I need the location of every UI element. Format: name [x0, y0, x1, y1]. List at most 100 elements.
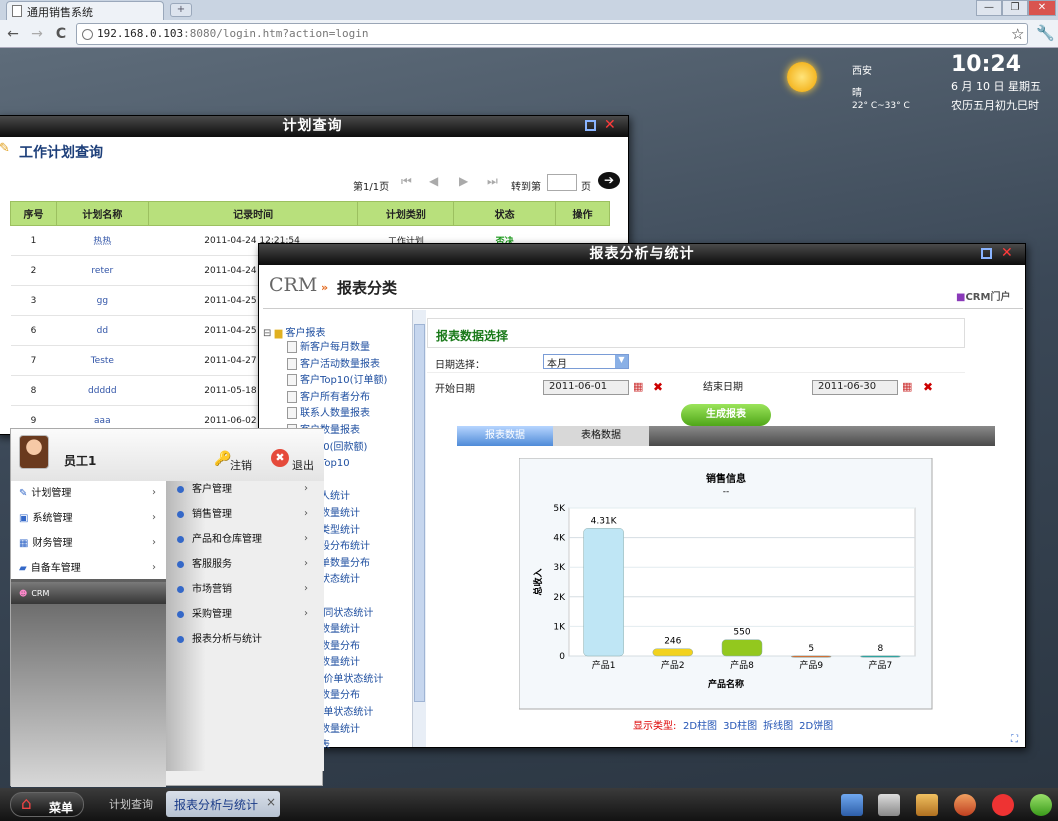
plan-name-link[interactable]: Teste	[56, 345, 149, 376]
page-unit: 页	[581, 182, 591, 193]
tree-item[interactable]: 联系人数量报表	[287, 406, 412, 423]
crm-portal-link[interactable]: ■CRM门户	[956, 288, 1010, 303]
calendar-icon[interactable]: ▦	[902, 380, 912, 393]
maximize-icon[interactable]	[585, 120, 596, 131]
back-icon[interactable]: ←	[4, 25, 22, 43]
goto-page-input[interactable]	[547, 174, 577, 191]
close-icon[interactable]: ✕	[1001, 246, 1013, 260]
task-plan-query[interactable]: 计划查询	[104, 795, 158, 815]
submenu-item[interactable]: 产品和仓库管理	[177, 531, 262, 549]
forward-icon[interactable]: →	[28, 25, 46, 43]
submenu-item-label: 销售管理	[192, 509, 232, 520]
column-header: 记录时间	[147, 201, 359, 226]
first-page-icon[interactable]: ⏮	[401, 174, 412, 189]
home-icon: ⌂	[21, 794, 32, 814]
address-bar[interactable]: 192.168.0.103:8080/login.htm?action=logi…	[76, 23, 1028, 45]
display-type-option[interactable]: 拆线图	[763, 721, 793, 732]
new-tab-button[interactable]: +	[170, 3, 192, 17]
browser-tab[interactable]: 通用销售系统	[6, 1, 164, 20]
task-report[interactable]: 报表分析与统计 ×	[166, 791, 280, 817]
submenu-item[interactable]: 市场营销	[177, 581, 232, 599]
plan-name-link[interactable]: dd	[56, 315, 149, 346]
generate-report-button[interactable]: 生成报表	[681, 404, 771, 426]
minimize-button[interactable]: —	[976, 0, 1002, 16]
submenu-item[interactable]: 销售管理	[177, 506, 232, 524]
submenu-item[interactable]: 采购管理	[177, 606, 232, 624]
display-type-option[interactable]: 2D饼图	[799, 721, 833, 732]
tab-table-data[interactable]: 表格数据	[553, 426, 649, 446]
user-card-icon[interactable]	[916, 794, 938, 816]
wrench-icon[interactable]: 🔧	[1036, 24, 1055, 42]
tab-chart-data[interactable]: 报表数据	[457, 426, 553, 446]
left-menu-lower	[11, 579, 166, 787]
tree-item[interactable]: 客户所有者分布	[287, 390, 412, 407]
clear-icon[interactable]: ✖	[653, 380, 663, 394]
last-page-icon[interactable]: ⏭	[487, 174, 498, 189]
plan-heading: 工作计划查询	[19, 145, 103, 161]
menu-item[interactable]: ✎ 计划管理	[19, 485, 164, 503]
menu-item-label: 系统管理	[32, 513, 73, 524]
submenu-item[interactable]: 报表分析与统计	[177, 631, 262, 649]
row-no: 1	[10, 225, 57, 256]
submenu-item[interactable]: 客户管理	[177, 481, 232, 499]
tree-scrollbar[interactable]	[412, 310, 426, 747]
tree-item[interactable]: 客户Top10(订单额)	[287, 373, 412, 390]
close-icon[interactable]: ✕	[604, 118, 616, 132]
exit-icon[interactable]: ✖	[271, 449, 289, 467]
menu-item[interactable]: ▰ 自备车管理	[19, 560, 164, 578]
tree-item[interactable]: 新客户每月数量	[287, 340, 412, 357]
submenu-item-label: 市场营销	[192, 584, 232, 595]
bullet-icon	[177, 610, 184, 618]
clock-time: 10:24	[951, 52, 1022, 77]
start-date-input[interactable]: 2011-06-01	[543, 380, 629, 395]
menu-item[interactable]: ▦ 财务管理	[19, 535, 164, 553]
chart-title: 销售信息	[706, 472, 746, 485]
next-page-icon[interactable]: ▶	[459, 174, 468, 188]
plan-name-link[interactable]: 热热	[56, 225, 149, 256]
page-icon	[287, 407, 297, 420]
bookmark-star-icon[interactable]: ☆	[1011, 25, 1024, 43]
bar-value-label: 246	[664, 637, 681, 647]
menu-item[interactable]: ▣ 系统管理	[19, 510, 164, 528]
plan-name-link[interactable]: reter	[56, 255, 149, 286]
menu-item-label: 自备车管理	[30, 563, 81, 574]
chevron-down-icon: ▼	[615, 355, 628, 368]
tree-item[interactable]: 客户活动数量报表	[287, 357, 412, 374]
go-arrow-icon[interactable]: ➔	[598, 172, 620, 189]
url-rest: :8080/login.htm?action=login	[183, 27, 369, 40]
calendar-icon[interactable]: ▦	[633, 380, 643, 393]
maximize-icon[interactable]	[981, 248, 992, 259]
monitor-icon[interactable]	[878, 794, 900, 816]
picture-icon[interactable]	[841, 794, 863, 816]
report-window-title: 报表分析与统计	[259, 244, 1025, 265]
end-date-input[interactable]: 2011-06-30	[812, 380, 898, 395]
tree-root[interactable]: ⊟ ▆ 客户报表	[263, 324, 325, 339]
exit-button[interactable]: 退出	[292, 457, 314, 473]
close-icon[interactable]: ×	[266, 795, 276, 809]
menu-item[interactable]: ☻ CRM	[19, 585, 164, 603]
power-icon[interactable]	[992, 794, 1014, 816]
menu-item-label: 财务管理	[32, 538, 73, 549]
plan-name-link[interactable]: gg	[56, 285, 149, 316]
maximize-button[interactable]: ❐	[1002, 0, 1028, 16]
resize-icon[interactable]: ⛶	[1011, 734, 1018, 745]
display-type-option[interactable]: 2D柱图	[683, 721, 717, 732]
chevron-right-icon: ›	[152, 487, 156, 498]
display-type-option[interactable]: 3D柱图	[723, 721, 757, 732]
date-select[interactable]: 本月 ▼	[543, 354, 629, 370]
user-icon[interactable]	[954, 794, 976, 816]
bullet-icon	[177, 510, 184, 518]
refresh-icon[interactable]	[1030, 794, 1052, 816]
close-window-button[interactable]: ✕	[1028, 0, 1056, 16]
column-header: 序号	[10, 201, 57, 226]
logout-button[interactable]: 注销	[230, 457, 252, 473]
submenu-item[interactable]: 客服服务	[177, 556, 232, 574]
plan-name-link[interactable]: ddddd	[56, 375, 149, 406]
chevron-right-icon: ›	[304, 483, 308, 494]
reload-icon[interactable]: C	[52, 25, 70, 43]
prev-page-icon[interactable]: ◀	[429, 174, 438, 188]
submenu-item-label: 客户管理	[192, 484, 232, 495]
start-button[interactable]: ⌂ 菜单	[10, 792, 84, 817]
divider	[263, 308, 1023, 309]
clear-icon[interactable]: ✖	[923, 380, 933, 394]
